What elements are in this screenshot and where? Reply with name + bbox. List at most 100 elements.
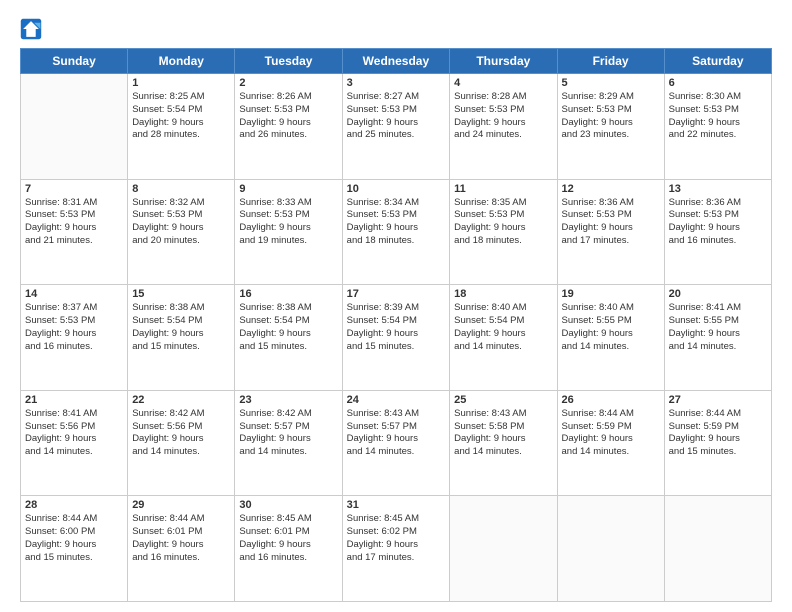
calendar-cell: 26 Sunrise: 8:44 AMSunset: 5:59 PMDayligh… [557, 390, 664, 496]
day-info: Sunrise: 8:27 AMSunset: 5:53 PMDaylight:… [347, 91, 446, 142]
calendar-cell: 12 Sunrise: 8:36 AMSunset: 5:53 PMDayligh… [557, 179, 664, 285]
dow-header-thursday: Thursday [450, 49, 557, 74]
day-number: 26 [562, 394, 660, 406]
day-number: 4 [454, 77, 552, 89]
calendar-cell: 21 Sunrise: 8:41 AMSunset: 5:56 PMDayligh… [21, 390, 128, 496]
day-number: 28 [25, 499, 123, 511]
calendar-cell: 27 Sunrise: 8:44 AMSunset: 5:59 PMDayligh… [664, 390, 771, 496]
day-number: 29 [132, 499, 230, 511]
day-info: Sunrise: 8:33 AMSunset: 5:53 PMDaylight:… [239, 197, 337, 248]
day-info: Sunrise: 8:37 AMSunset: 5:53 PMDaylight:… [25, 302, 123, 353]
dow-header-wednesday: Wednesday [342, 49, 450, 74]
day-info: Sunrise: 8:41 AMSunset: 5:56 PMDaylight:… [25, 408, 123, 459]
day-number: 15 [132, 288, 230, 300]
day-info: Sunrise: 8:32 AMSunset: 5:53 PMDaylight:… [132, 197, 230, 248]
day-info: Sunrise: 8:31 AMSunset: 5:53 PMDaylight:… [25, 197, 123, 248]
day-number: 14 [25, 288, 123, 300]
dow-header-sunday: Sunday [21, 49, 128, 74]
logo [20, 18, 46, 40]
day-info: Sunrise: 8:36 AMSunset: 5:53 PMDaylight:… [562, 197, 660, 248]
day-number: 27 [669, 394, 767, 406]
calendar-cell: 31 Sunrise: 8:45 AMSunset: 6:02 PMDayligh… [342, 496, 450, 602]
dow-header-friday: Friday [557, 49, 664, 74]
day-info: Sunrise: 8:38 AMSunset: 5:54 PMDaylight:… [132, 302, 230, 353]
day-info: Sunrise: 8:40 AMSunset: 5:54 PMDaylight:… [454, 302, 552, 353]
logo-icon [20, 18, 42, 40]
calendar-cell: 25 Sunrise: 8:43 AMSunset: 5:58 PMDayligh… [450, 390, 557, 496]
calendar-cell [450, 496, 557, 602]
calendar-cell: 30 Sunrise: 8:45 AMSunset: 6:01 PMDayligh… [235, 496, 342, 602]
calendar-cell: 24 Sunrise: 8:43 AMSunset: 5:57 PMDayligh… [342, 390, 450, 496]
calendar-cell: 16 Sunrise: 8:38 AMSunset: 5:54 PMDayligh… [235, 285, 342, 391]
day-number: 31 [347, 499, 446, 511]
day-number: 10 [347, 183, 446, 195]
calendar-cell: 19 Sunrise: 8:40 AMSunset: 5:55 PMDayligh… [557, 285, 664, 391]
day-number: 17 [347, 288, 446, 300]
day-info: Sunrise: 8:25 AMSunset: 5:54 PMDaylight:… [132, 91, 230, 142]
day-info: Sunrise: 8:44 AMSunset: 6:01 PMDaylight:… [132, 513, 230, 564]
day-number: 24 [347, 394, 446, 406]
calendar-cell: 8 Sunrise: 8:32 AMSunset: 5:53 PMDaylight… [128, 179, 235, 285]
day-number: 23 [239, 394, 337, 406]
day-number: 25 [454, 394, 552, 406]
day-number: 1 [132, 77, 230, 89]
day-number: 6 [669, 77, 767, 89]
calendar-cell: 6 Sunrise: 8:30 AMSunset: 5:53 PMDaylight… [664, 74, 771, 180]
day-number: 21 [25, 394, 123, 406]
calendar-cell: 7 Sunrise: 8:31 AMSunset: 5:53 PMDaylight… [21, 179, 128, 285]
calendar-cell [21, 74, 128, 180]
day-number: 9 [239, 183, 337, 195]
day-info: Sunrise: 8:44 AMSunset: 5:59 PMDaylight:… [669, 408, 767, 459]
dow-header-monday: Monday [128, 49, 235, 74]
day-info: Sunrise: 8:26 AMSunset: 5:53 PMDaylight:… [239, 91, 337, 142]
calendar-cell: 1 Sunrise: 8:25 AMSunset: 5:54 PMDaylight… [128, 74, 235, 180]
calendar-cell: 23 Sunrise: 8:42 AMSunset: 5:57 PMDayligh… [235, 390, 342, 496]
calendar-cell: 2 Sunrise: 8:26 AMSunset: 5:53 PMDaylight… [235, 74, 342, 180]
day-info: Sunrise: 8:45 AMSunset: 6:01 PMDaylight:… [239, 513, 337, 564]
day-number: 30 [239, 499, 337, 511]
calendar-cell: 22 Sunrise: 8:42 AMSunset: 5:56 PMDayligh… [128, 390, 235, 496]
day-info: Sunrise: 8:29 AMSunset: 5:53 PMDaylight:… [562, 91, 660, 142]
calendar-cell: 13 Sunrise: 8:36 AMSunset: 5:53 PMDayligh… [664, 179, 771, 285]
day-number: 7 [25, 183, 123, 195]
day-info: Sunrise: 8:40 AMSunset: 5:55 PMDaylight:… [562, 302, 660, 353]
calendar-cell: 9 Sunrise: 8:33 AMSunset: 5:53 PMDaylight… [235, 179, 342, 285]
day-number: 13 [669, 183, 767, 195]
day-info: Sunrise: 8:30 AMSunset: 5:53 PMDaylight:… [669, 91, 767, 142]
day-info: Sunrise: 8:42 AMSunset: 5:57 PMDaylight:… [239, 408, 337, 459]
calendar-cell: 20 Sunrise: 8:41 AMSunset: 5:55 PMDayligh… [664, 285, 771, 391]
calendar-cell: 14 Sunrise: 8:37 AMSunset: 5:53 PMDayligh… [21, 285, 128, 391]
day-number: 11 [454, 183, 552, 195]
day-number: 8 [132, 183, 230, 195]
calendar-cell: 17Sunrise: 8:39 AMSunset: 5:54 PMDayligh… [342, 285, 450, 391]
day-info: Sunrise: 8:28 AMSunset: 5:53 PMDaylight:… [454, 91, 552, 142]
calendar-cell: 11Sunrise: 8:35 AMSunset: 5:53 PMDayligh… [450, 179, 557, 285]
calendar-table: SundayMondayTuesdayWednesdayThursdayFrid… [20, 48, 772, 602]
day-info: Sunrise: 8:36 AMSunset: 5:53 PMDaylight:… [669, 197, 767, 248]
calendar-cell: 15 Sunrise: 8:38 AMSunset: 5:54 PMDayligh… [128, 285, 235, 391]
calendar-cell: 29 Sunrise: 8:44 AMSunset: 6:01 PMDayligh… [128, 496, 235, 602]
day-info: Sunrise: 8:43 AMSunset: 5:58 PMDaylight:… [454, 408, 552, 459]
calendar-cell: 10 Sunrise: 8:34 AMSunset: 5:53 PMDayligh… [342, 179, 450, 285]
day-info: Sunrise: 8:45 AMSunset: 6:02 PMDaylight:… [347, 513, 446, 564]
dow-header-saturday: Saturday [664, 49, 771, 74]
day-info: Sunrise: 8:42 AMSunset: 5:56 PMDaylight:… [132, 408, 230, 459]
day-number: 12 [562, 183, 660, 195]
day-info: Sunrise: 8:43 AMSunset: 5:57 PMDaylight:… [347, 408, 446, 459]
day-number: 20 [669, 288, 767, 300]
day-info: Sunrise: 8:41 AMSunset: 5:55 PMDaylight:… [669, 302, 767, 353]
calendar-cell: 18Sunrise: 8:40 AMSunset: 5:54 PMDayligh… [450, 285, 557, 391]
calendar-cell: 4 Sunrise: 8:28 AMSunset: 5:53 PMDaylight… [450, 74, 557, 180]
day-number: 2 [239, 77, 337, 89]
day-info: Sunrise: 8:44 AMSunset: 6:00 PMDaylight:… [25, 513, 123, 564]
day-info: Sunrise: 8:44 AMSunset: 5:59 PMDaylight:… [562, 408, 660, 459]
day-number: 5 [562, 77, 660, 89]
calendar-cell [557, 496, 664, 602]
calendar-cell [664, 496, 771, 602]
day-number: 19 [562, 288, 660, 300]
day-info: Sunrise: 8:38 AMSunset: 5:54 PMDaylight:… [239, 302, 337, 353]
day-number: 16 [239, 288, 337, 300]
calendar-cell: 5 Sunrise: 8:29 AMSunset: 5:53 PMDaylight… [557, 74, 664, 180]
day-info: Sunrise: 8:34 AMSunset: 5:53 PMDaylight:… [347, 197, 446, 248]
day-number: 22 [132, 394, 230, 406]
